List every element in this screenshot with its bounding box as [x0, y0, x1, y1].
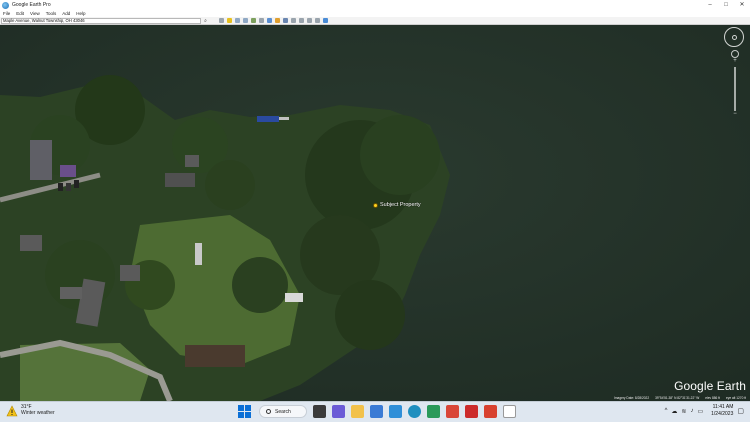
- tour-icon[interactable]: [259, 18, 264, 23]
- notification-icon[interactable]: ▢: [737, 407, 744, 415]
- menu-tools[interactable]: Tools: [46, 11, 57, 16]
- weather-condition: Winter weather: [21, 410, 55, 416]
- taskbar: 31°F Winter weather Search ^ ☁ ≋ ♪ ▭ 11:…: [0, 401, 750, 422]
- clock[interactable]: 11:41 AM 1/24/2023: [711, 404, 733, 418]
- edge-icon[interactable]: [408, 405, 421, 418]
- title-bar: Google Earth Pro – □ ✕: [0, 0, 750, 10]
- start-button[interactable]: [238, 405, 251, 418]
- minimize-button[interactable]: –: [702, 0, 718, 10]
- menu-add[interactable]: Add: [62, 11, 70, 16]
- zoom-in-icon[interactable]: +: [724, 58, 746, 64]
- clock-date: 1/24/2023: [711, 411, 734, 417]
- window-title: Google Earth Pro: [12, 2, 51, 8]
- polygon-icon[interactable]: [235, 18, 240, 23]
- chat-icon[interactable]: [332, 405, 345, 418]
- system-tray: ^ ☁ ≋ ♪ ▭ 11:41 AM 1/24/2023 ▢: [661, 404, 744, 418]
- compass-icon[interactable]: [724, 27, 744, 47]
- cloud-icon[interactable]: ☁: [671, 408, 677, 415]
- placemark-label[interactable]: Subject Property: [380, 202, 421, 208]
- map-viewport[interactable]: Subject Property + − Google Earth Imager…: [0, 25, 750, 401]
- wifi-icon[interactable]: ≋: [681, 408, 686, 415]
- placemark-pin-icon[interactable]: [373, 203, 378, 208]
- coordinates: 39°54'51.38" N 82°31'31.22" W: [655, 396, 700, 400]
- search-input[interactable]: Maple Avenue, Walnut Township, OH 43046: [1, 17, 201, 24]
- file-explorer-icon[interactable]: [351, 405, 364, 418]
- chevron-up-icon[interactable]: ^: [665, 408, 668, 414]
- clock-time: 11:41 AM: [712, 404, 734, 410]
- menu-view[interactable]: View: [30, 11, 40, 16]
- sidebar-icon[interactable]: [219, 18, 224, 23]
- menu-help[interactable]: Help: [76, 11, 85, 16]
- weather-widget[interactable]: 31°F Winter weather: [6, 404, 55, 417]
- eye-altitude: eye alt 1270 ft: [725, 396, 746, 400]
- toolbar: Maple Avenue, Walnut Township, OH 43046 …: [0, 17, 750, 25]
- search-icon: [266, 409, 271, 414]
- battery-icon[interactable]: ▭: [697, 408, 703, 415]
- google-earth-logo: Google Earth: [674, 379, 746, 393]
- task-view-icon[interactable]: [313, 405, 326, 418]
- folder-app-icon[interactable]: [427, 405, 440, 418]
- print-icon[interactable]: [307, 18, 312, 23]
- notepad-icon[interactable]: [370, 405, 383, 418]
- menu-file[interactable]: File: [3, 11, 10, 16]
- maximize-button[interactable]: □: [718, 0, 734, 10]
- placemark-icon[interactable]: [227, 18, 232, 23]
- overlay-icon[interactable]: [251, 18, 256, 23]
- antivirus-icon[interactable]: [465, 405, 478, 418]
- window-controls: – □ ✕: [702, 0, 750, 10]
- toolbar-icons: [219, 18, 331, 23]
- document-icon[interactable]: [503, 405, 516, 418]
- search-icon[interactable]: ⌕: [202, 18, 209, 24]
- ruler-icon[interactable]: [291, 18, 296, 23]
- zoom-out-icon[interactable]: −: [724, 111, 746, 117]
- google-earth-window: Google Earth Pro – □ ✕ File Edit View To…: [0, 0, 750, 422]
- weather-warning-icon: [6, 404, 18, 417]
- zoom-slider[interactable]: [734, 67, 736, 111]
- menu-bar: File Edit View Tools Add Help: [0, 10, 750, 17]
- path-icon[interactable]: [243, 18, 248, 23]
- save-image-icon[interactable]: [315, 18, 320, 23]
- volume-icon[interactable]: ♪: [690, 408, 693, 414]
- office-icon[interactable]: [484, 405, 497, 418]
- street-view-pegman-icon[interactable]: [731, 50, 739, 58]
- satellite-imagery: [0, 25, 750, 401]
- maps-icon[interactable]: [323, 18, 328, 23]
- store-icon[interactable]: [389, 405, 402, 418]
- planets-icon[interactable]: [283, 18, 288, 23]
- google-earth-app-icon: [2, 1, 9, 9]
- close-button[interactable]: ✕: [734, 0, 750, 10]
- email-icon[interactable]: [299, 18, 304, 23]
- sun-icon[interactable]: [275, 18, 280, 23]
- taskbar-apps: Search: [238, 405, 516, 418]
- taskbar-search-label: Search: [275, 408, 291, 415]
- menu-edit[interactable]: Edit: [16, 11, 24, 16]
- historical-imagery-icon[interactable]: [267, 18, 272, 23]
- taskbar-search[interactable]: Search: [259, 405, 307, 418]
- imagery-date: Imagery Date: 8/28/2022: [614, 396, 650, 400]
- navigation-controls: + −: [724, 27, 746, 117]
- elevation: elev 886 ft: [705, 396, 720, 400]
- chrome-icon[interactable]: [446, 405, 459, 418]
